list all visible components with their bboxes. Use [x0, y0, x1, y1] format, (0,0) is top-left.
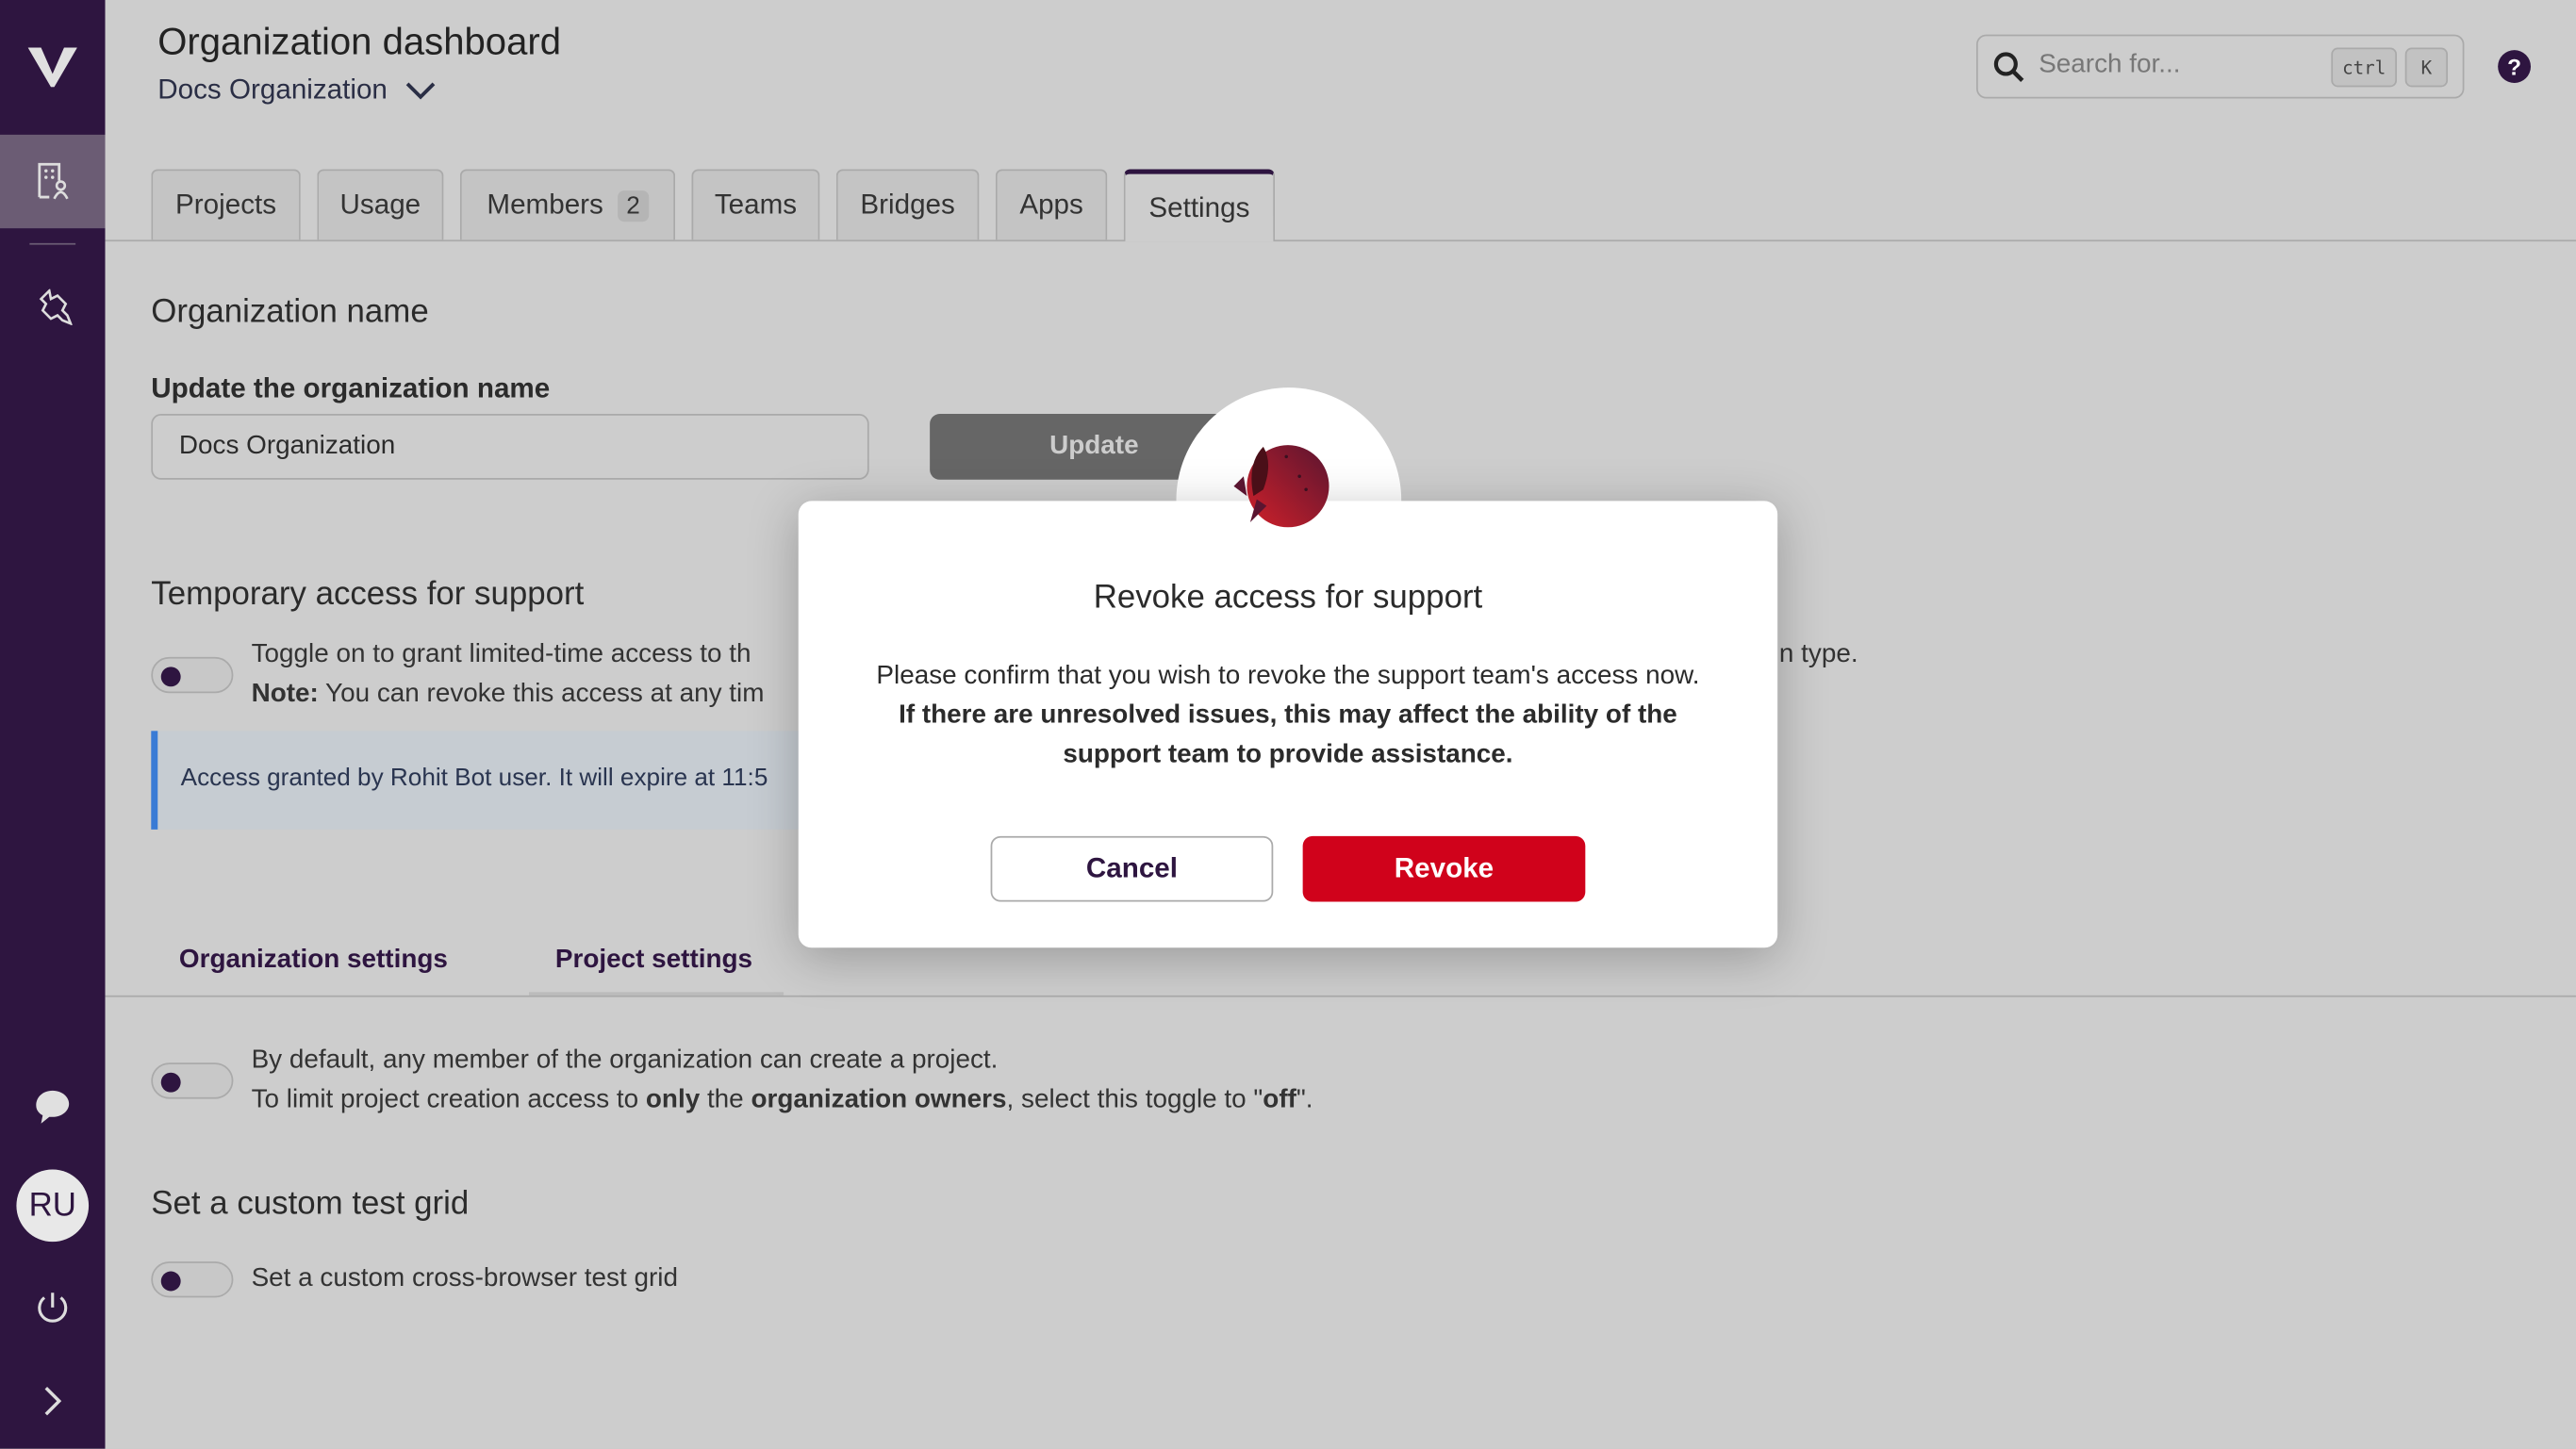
- cancel-label: Cancel: [1085, 852, 1179, 884]
- tab-label: Projects: [175, 189, 277, 221]
- tab-settings[interactable]: Settings: [1123, 169, 1276, 242]
- support-access-toggle[interactable]: [151, 656, 234, 694]
- section-heading-support: Temporary access for support: [151, 576, 585, 613]
- tabs-divider: [105, 239, 2576, 242]
- chat-icon[interactable]: [33, 1087, 73, 1127]
- pc-line1: By default, any member of the organizati…: [251, 1046, 999, 1075]
- chevron-right-icon[interactable]: [40, 1385, 66, 1418]
- tab-label: Members: [487, 189, 603, 221]
- tab-label: Usage: [339, 189, 421, 221]
- pc-text: , select this toggle to ": [1006, 1085, 1263, 1114]
- tab-label: Bridges: [860, 189, 955, 221]
- subtabs-divider: [105, 995, 2576, 997]
- tab-apps[interactable]: Apps: [995, 169, 1108, 240]
- org-name-input[interactable]: Docs Organization: [151, 414, 869, 480]
- access-info-banner: Access granted by Rohit Bot user. It wil…: [151, 731, 809, 830]
- search-input[interactable]: Search for... ctrl K: [1975, 34, 2465, 99]
- org-name-label: Update the organization name: [151, 372, 551, 404]
- note-label: Note:: [251, 680, 319, 708]
- search-placeholder: Search for...: [2039, 51, 2181, 79]
- search-icon: [1993, 52, 2024, 82]
- modal-title: Revoke access for support: [1093, 580, 1483, 617]
- sidebar-divider: [29, 242, 76, 245]
- project-creation-toggle[interactable]: [151, 1062, 234, 1099]
- chevron-down-icon: [405, 82, 436, 100]
- org-selector-label: Docs Organization: [157, 74, 388, 106]
- power-icon[interactable]: [35, 1290, 71, 1326]
- pc-bold: organization owners: [751, 1085, 1007, 1114]
- cancel-button[interactable]: Cancel: [990, 835, 1274, 902]
- pc-text: To limit project creation access to: [251, 1085, 646, 1114]
- section-heading-test-grid: Set a custom test grid: [151, 1185, 470, 1223]
- pc-text: the: [700, 1085, 751, 1114]
- tab-projects[interactable]: Projects: [151, 169, 301, 240]
- page-title: Organization dashboard: [157, 19, 561, 63]
- support-line1-tail: n type.: [1778, 640, 1858, 669]
- modal-body-text: Please confirm that you wish to revoke t…: [876, 662, 1700, 690]
- pc-bold: off: [1263, 1085, 1296, 1114]
- revoke-access-modal: Revoke access for support Please confirm…: [798, 501, 1778, 948]
- support-line2: You can revoke this access at any tim: [318, 680, 765, 708]
- project-creation-description: By default, any member of the organizati…: [252, 1042, 1313, 1121]
- logo-icon[interactable]: [27, 44, 77, 88]
- update-label: Update: [1049, 432, 1139, 460]
- tab-label: Settings: [1148, 190, 1250, 223]
- support-description: Toggle on to grant limited-time access t…: [252, 635, 765, 715]
- tab-bridges[interactable]: Bridges: [835, 169, 980, 240]
- tab-teams[interactable]: Teams: [691, 169, 820, 240]
- section-heading-org-name: Organization name: [151, 293, 429, 331]
- test-grid-label: Set a custom cross-browser test grid: [251, 1264, 678, 1293]
- avatar[interactable]: RU: [16, 1169, 90, 1243]
- pc-bold: only: [645, 1085, 701, 1114]
- revoke-label: Revoke: [1394, 852, 1494, 884]
- subtab-organization-settings[interactable]: Organization settings: [179, 947, 448, 976]
- org-selector[interactable]: Docs Organization: [157, 74, 437, 107]
- tab-label: Apps: [1019, 189, 1083, 221]
- tab-label: Teams: [714, 189, 798, 221]
- modal-warning: If there are unresolved issues, this may…: [899, 700, 1677, 769]
- support-line1: Toggle on to grant limited-time access t…: [251, 640, 751, 669]
- revoke-button[interactable]: Revoke: [1302, 835, 1586, 902]
- rocket-planet-icon: [1233, 445, 1329, 528]
- tab-members[interactable]: Members 2: [459, 169, 676, 240]
- shortcut-ctrl: ctrl: [2331, 47, 2398, 88]
- svg-text:?: ?: [2507, 55, 2521, 80]
- pin-icon[interactable]: [36, 288, 73, 325]
- help-icon[interactable]: ?: [2497, 49, 2532, 84]
- modal-body: Please confirm that you wish to revoke t…: [838, 657, 1739, 775]
- subtab-project-settings[interactable]: Project settings: [555, 947, 752, 976]
- tab-usage[interactable]: Usage: [317, 169, 444, 240]
- test-grid-toggle[interactable]: [151, 1261, 234, 1298]
- shortcut-k: K: [2404, 47, 2449, 88]
- org-name-value: Docs Organization: [178, 432, 396, 460]
- access-info-text: Access granted by Rohit Bot user. It wil…: [180, 764, 768, 792]
- members-count-badge: 2: [618, 189, 649, 222]
- pc-text: ".: [1296, 1085, 1313, 1114]
- building-user-icon: [38, 162, 69, 200]
